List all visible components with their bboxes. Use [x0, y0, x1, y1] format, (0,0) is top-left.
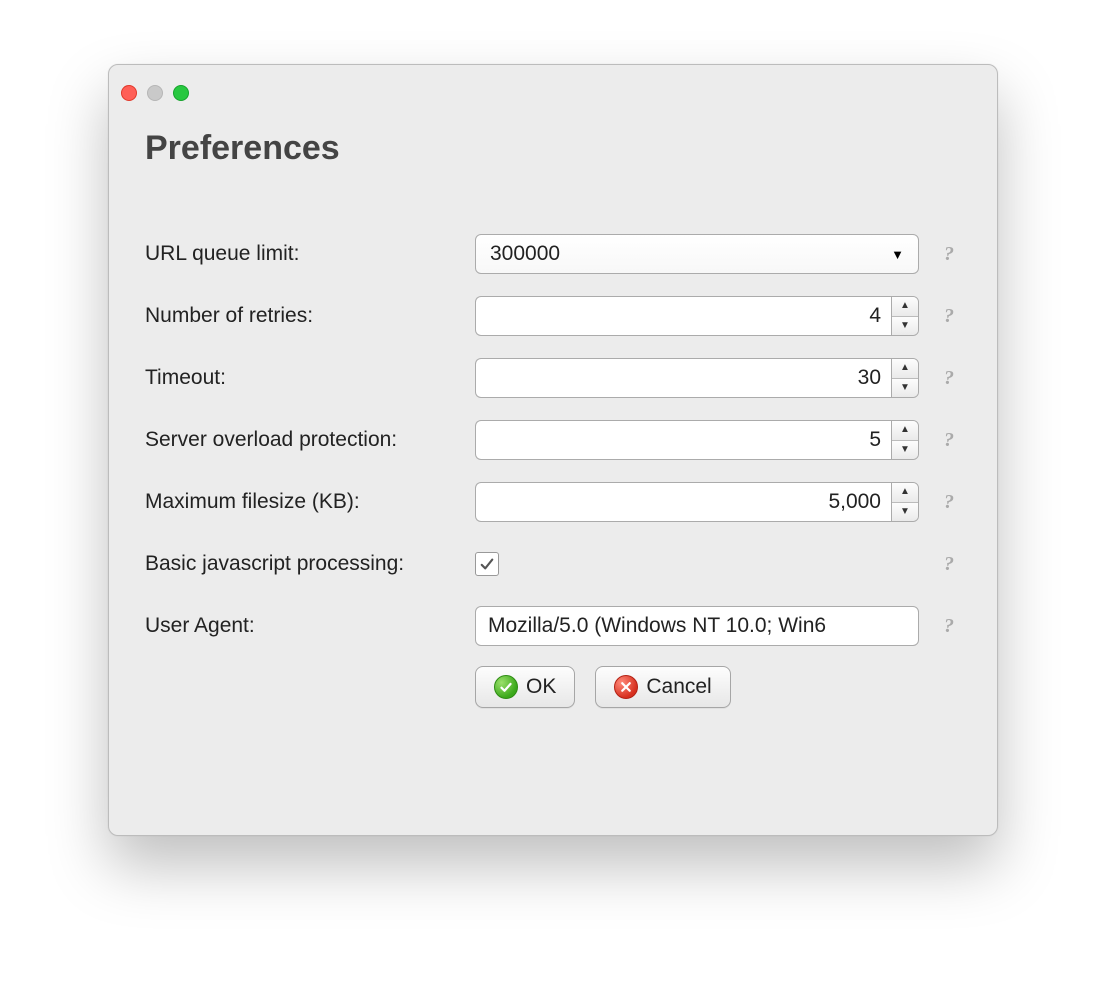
- user-agent-input[interactable]: [475, 606, 919, 646]
- row-max-filesize: Maximum filesize (KB): ▲ ▼ ?: [145, 480, 987, 524]
- preferences-window: Preferences URL queue limit: 300000 ▼ ? …: [108, 64, 998, 836]
- overload-spinner[interactable]: ▲ ▼: [475, 420, 919, 460]
- retries-step-down[interactable]: ▼: [892, 317, 918, 336]
- max-filesize-spinner[interactable]: ▲ ▼: [475, 482, 919, 522]
- help-icon[interactable]: ?: [944, 429, 954, 452]
- url-queue-limit-value: 300000: [490, 242, 560, 266]
- row-timeout: Timeout: ▲ ▼ ?: [145, 356, 987, 400]
- check-icon: [480, 557, 494, 571]
- help-icon[interactable]: ?: [944, 491, 954, 514]
- cancel-button[interactable]: Cancel: [595, 666, 730, 708]
- button-row: OK Cancel: [475, 666, 919, 708]
- retries-input[interactable]: [475, 296, 891, 336]
- help-icon[interactable]: ?: [944, 367, 954, 390]
- retries-step-up[interactable]: ▲: [892, 297, 918, 317]
- url-queue-limit-select[interactable]: 300000 ▼: [475, 234, 919, 274]
- cancel-button-label: Cancel: [646, 675, 711, 699]
- timeout-step-up[interactable]: ▲: [892, 359, 918, 379]
- max-filesize-step-down[interactable]: ▼: [892, 503, 918, 522]
- form: URL queue limit: 300000 ▼ ? Number of re…: [109, 178, 997, 708]
- ok-button-label: OK: [526, 675, 556, 699]
- titlebar: [109, 65, 997, 101]
- label-user-agent: User Agent:: [145, 614, 475, 638]
- row-url-queue-limit: URL queue limit: 300000 ▼ ?: [145, 232, 987, 276]
- minimize-window-button[interactable]: [147, 85, 163, 101]
- max-filesize-step-up[interactable]: ▲: [892, 483, 918, 503]
- label-url-queue-limit: URL queue limit:: [145, 242, 475, 266]
- label-max-filesize: Maximum filesize (KB):: [145, 490, 475, 514]
- help-icon[interactable]: ?: [944, 305, 954, 328]
- ok-button[interactable]: OK: [475, 666, 575, 708]
- overload-input[interactable]: [475, 420, 891, 460]
- page-title: Preferences: [109, 101, 997, 178]
- overload-step-up[interactable]: ▲: [892, 421, 918, 441]
- close-window-button[interactable]: [121, 85, 137, 101]
- help-icon[interactable]: ?: [944, 615, 954, 638]
- row-user-agent: User Agent: ?: [145, 604, 987, 648]
- js-processing-checkbox[interactable]: [475, 552, 499, 576]
- max-filesize-input[interactable]: [475, 482, 891, 522]
- row-retries: Number of retries: ▲ ▼ ?: [145, 294, 987, 338]
- label-retries: Number of retries:: [145, 304, 475, 328]
- help-icon[interactable]: ?: [944, 243, 954, 266]
- label-overload: Server overload protection:: [145, 428, 475, 452]
- label-timeout: Timeout:: [145, 366, 475, 390]
- dropdown-arrow-icon: ▼: [891, 247, 904, 262]
- label-js-processing: Basic javascript processing:: [145, 552, 475, 576]
- cancel-x-icon: [614, 675, 638, 699]
- row-overload: Server overload protection: ▲ ▼ ?: [145, 418, 987, 462]
- retries-spinner[interactable]: ▲ ▼: [475, 296, 919, 336]
- overload-step-down[interactable]: ▼: [892, 441, 918, 460]
- timeout-input[interactable]: [475, 358, 891, 398]
- row-js-processing: Basic javascript processing: ?: [145, 542, 987, 586]
- zoom-window-button[interactable]: [173, 85, 189, 101]
- ok-check-icon: [494, 675, 518, 699]
- timeout-spinner[interactable]: ▲ ▼: [475, 358, 919, 398]
- timeout-step-down[interactable]: ▼: [892, 379, 918, 398]
- help-icon[interactable]: ?: [944, 553, 954, 576]
